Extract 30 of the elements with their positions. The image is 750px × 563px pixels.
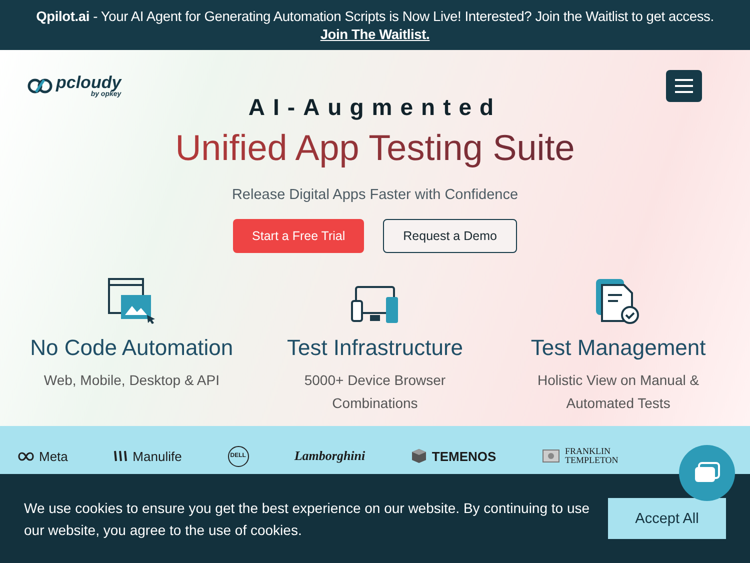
accept-button[interactable]: Accept All (608, 498, 726, 539)
bars-icon (114, 450, 128, 462)
waitlist-link[interactable]: Join The Waitlist. (320, 27, 430, 42)
portrait-icon (542, 449, 560, 463)
cookie-text: We use cookies to ensure you get the best experience on our website. By continuing to use our website, you agree to the use of cookies. (24, 498, 591, 540)
feature-text: 5000+ Device Browser Combinations (303, 371, 447, 413)
menu-button[interactable] (666, 70, 702, 102)
announcement-text: Qpilot.ai - Your AI Agent for Generating Automation Scripts is Now Live! Interested? Join the Waitlist to get access. (36, 9, 714, 24)
client-logo: FRANKLIN TEMPLETON (564, 447, 620, 465)
chat-icon (694, 462, 720, 484)
feature-text: Holistic View on Manual & Automated Tests (536, 371, 700, 413)
feature-title: Test Management (530, 335, 706, 361)
hero-eyebrow: AI-Augmented (248, 94, 502, 121)
client-logo: TEMENOS (432, 448, 496, 464)
hero-subtitle: Release Digital Apps Faster with Confidence (232, 187, 518, 203)
client-logo: Meta (39, 448, 68, 464)
feature-title: Test Infrastructure (286, 335, 464, 361)
client-logo: Lamborghini (294, 448, 366, 464)
image-window-icon (106, 277, 157, 325)
devices-icon (350, 285, 400, 325)
logo-text: pcloudy (56, 74, 122, 91)
menu-icon (675, 79, 693, 93)
free-trial-button[interactable]: Start a Free Trial (233, 219, 364, 253)
feature-title: No Code Automation (30, 335, 234, 361)
client-logo: Manulife (132, 448, 182, 464)
feature-text: Web, Mobile, Desktop & API (44, 371, 220, 390)
infinity-icon (18, 452, 34, 460)
demo-button[interactable]: Request a Demo (383, 219, 517, 253)
cube-icon (410, 448, 427, 464)
logo-icon (27, 78, 53, 94)
